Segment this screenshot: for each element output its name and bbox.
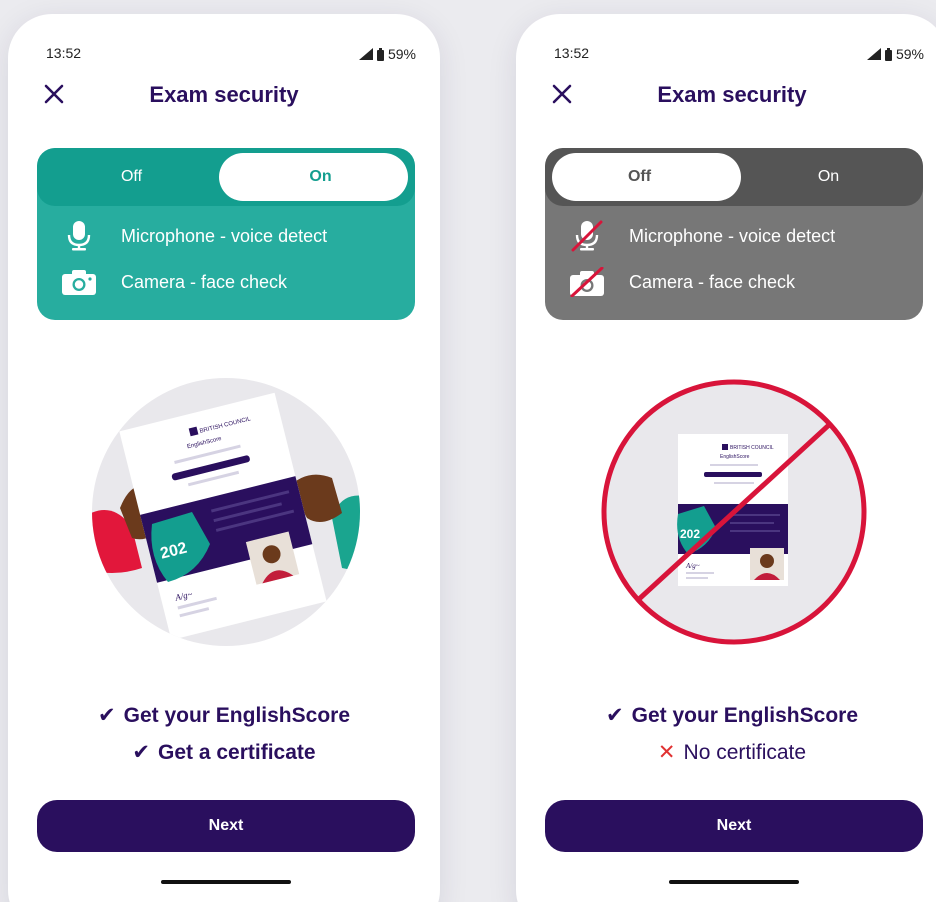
toggle-on-option[interactable]: On bbox=[226, 148, 415, 206]
phone-screen-security-off: 13:52 59% Exam security Off On Microphon… bbox=[516, 14, 936, 902]
outcome-no-certificate-label: No certificate bbox=[683, 741, 807, 764]
check-icon: ✔ bbox=[606, 704, 624, 727]
outcome-englishscore: ✔ Get your EnglishScore bbox=[516, 703, 936, 728]
certificate-illustration: BRITISH COUNCIL EnglishScore A/g~ 202 bbox=[92, 378, 360, 646]
phone-screen-security-on: 13:52 59% Exam security Off On Microphon… bbox=[8, 14, 440, 902]
badge-number: 202 bbox=[680, 527, 700, 541]
battery-icon bbox=[884, 47, 892, 61]
cross-icon: ✕ bbox=[657, 741, 676, 764]
feature-microphone: Microphone - voice detect bbox=[59, 220, 327, 252]
outcome-englishscore-label: Get your EnglishScore bbox=[631, 704, 858, 727]
status-time: 13:52 bbox=[554, 45, 590, 61]
toggle-on-option[interactable]: On bbox=[734, 148, 923, 206]
microphone-disabled-icon bbox=[567, 220, 607, 252]
feature-microphone-label: Microphone - voice detect bbox=[121, 225, 328, 246]
certificate-product: EnglishScore bbox=[720, 454, 750, 460]
svg-text:A/g~: A/g~ bbox=[685, 562, 700, 570]
camera-icon bbox=[59, 266, 99, 298]
home-indicator[interactable] bbox=[669, 880, 799, 884]
feature-microphone-label: Microphone - voice detect bbox=[629, 225, 836, 246]
status-time: 13:52 bbox=[46, 45, 82, 61]
feature-camera: Camera - face check bbox=[567, 266, 795, 298]
status-indicators: 59% bbox=[358, 46, 416, 62]
security-toggle[interactable]: Off On bbox=[545, 148, 923, 206]
check-icon: ✔ bbox=[98, 704, 116, 727]
status-indicators: 59% bbox=[866, 46, 924, 62]
outcome-englishscore-label: Get your EnglishScore bbox=[123, 704, 350, 727]
outcome-englishscore: ✔ Get your EnglishScore bbox=[8, 703, 440, 728]
feature-camera-label: Camera - face check bbox=[629, 271, 796, 292]
security-toggle[interactable]: Off On bbox=[37, 148, 415, 206]
feature-camera: Camera - face check bbox=[59, 266, 287, 298]
toggle-off-option[interactable]: Off bbox=[37, 148, 226, 206]
page-title: Exam security bbox=[149, 82, 299, 107]
page-title: Exam security bbox=[657, 82, 807, 107]
next-button[interactable]: Next bbox=[37, 800, 415, 852]
signal-icon bbox=[866, 48, 881, 60]
battery-icon bbox=[376, 47, 384, 61]
next-button[interactable]: Next bbox=[545, 800, 923, 852]
toggle-off-option[interactable]: Off bbox=[545, 148, 734, 206]
battery-percent: 59% bbox=[387, 46, 416, 62]
certificate-prohibited-illustration: BRITISH COUNCIL EnglishScore A/g~ 202 bbox=[601, 379, 867, 645]
check-icon: ✔ bbox=[132, 741, 151, 764]
feature-microphone: Microphone - voice detect bbox=[567, 220, 835, 252]
security-card: Off On Microphone - voice detect Camera … bbox=[545, 148, 923, 320]
outcome-certificate: ✔ Get a certificate bbox=[8, 740, 440, 765]
microphone-icon bbox=[59, 220, 99, 252]
outcome-certificate-label: Get a certificate bbox=[158, 741, 316, 764]
home-indicator[interactable] bbox=[161, 880, 291, 884]
feature-camera-label: Camera - face check bbox=[121, 271, 288, 292]
camera-disabled-icon bbox=[567, 266, 607, 298]
outcome-no-certificate: ✕ No certificate bbox=[516, 740, 936, 765]
security-card: Off On Microphone - voice detect Camera … bbox=[37, 148, 415, 320]
signal-icon bbox=[358, 48, 373, 60]
battery-percent: 59% bbox=[895, 46, 924, 62]
certificate-brand: BRITISH COUNCIL bbox=[730, 445, 774, 451]
